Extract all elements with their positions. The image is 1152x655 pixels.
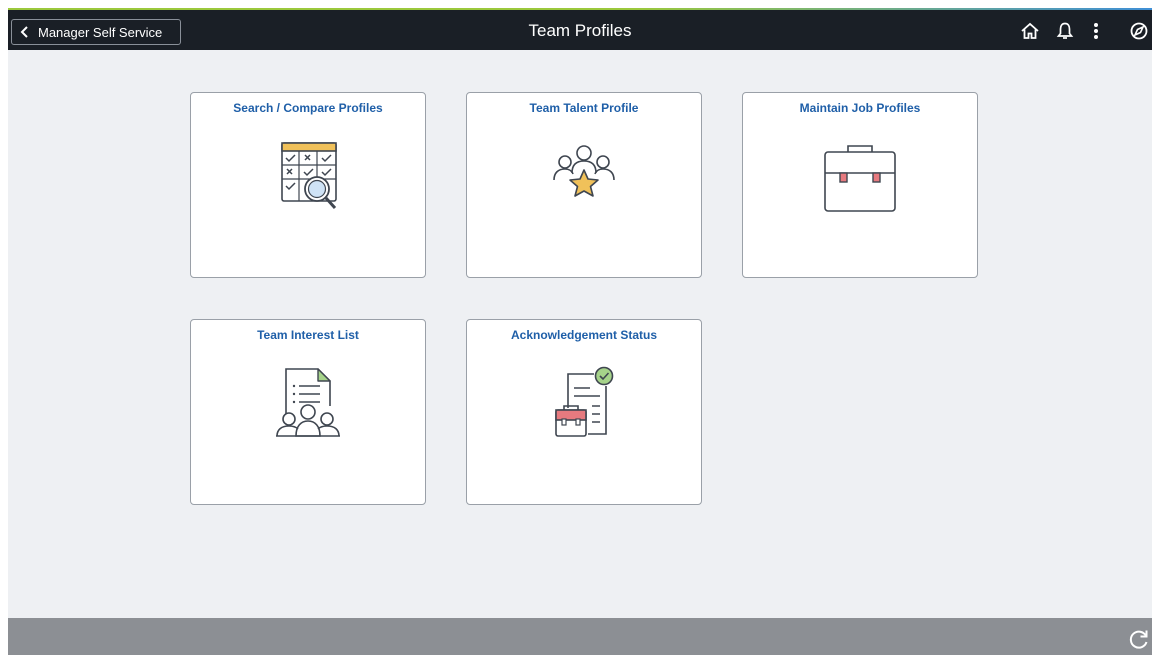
- briefcase-icon: [824, 145, 896, 212]
- tile-title: Acknowledgement Status: [510, 328, 658, 342]
- back-button-label: Manager Self Service: [38, 24, 163, 40]
- tile-maintain-job-profiles[interactable]: Maintain Job Profiles: [742, 92, 978, 278]
- chevron-left-icon: [20, 26, 28, 38]
- footer-bar: [8, 618, 1152, 655]
- checklist-search-icon: [281, 142, 337, 210]
- tile-acknowledgement-status[interactable]: Acknowledgement Status: [466, 319, 702, 505]
- tile-area: Search / Compare Profiles Team Talent Pr…: [8, 50, 1152, 618]
- tile-search-compare-profiles[interactable]: Search / Compare Profiles: [190, 92, 426, 278]
- team-star-icon: [553, 145, 615, 197]
- tile-title: Search / Compare Profiles: [233, 101, 383, 115]
- tile-title: Maintain Job Profiles: [799, 101, 921, 115]
- bell-icon[interactable]: [1054, 20, 1076, 42]
- tile-team-talent-profile[interactable]: Team Talent Profile: [466, 92, 702, 278]
- home-icon[interactable]: [1019, 20, 1041, 42]
- document-check-briefcase-icon: [555, 366, 614, 437]
- document-team-icon: [276, 368, 340, 437]
- navbar-icon[interactable]: [1128, 20, 1150, 42]
- tile-title: Team Interest List: [257, 328, 359, 342]
- refresh-icon[interactable]: [1128, 628, 1150, 650]
- app-header: Manager Self Service Team Profiles: [8, 10, 1152, 50]
- back-button[interactable]: Manager Self Service: [11, 19, 181, 45]
- tile-title: Team Talent Profile: [529, 101, 639, 115]
- more-vertical-icon[interactable]: [1085, 20, 1107, 42]
- tile-team-interest-list[interactable]: Team Interest List: [190, 319, 426, 505]
